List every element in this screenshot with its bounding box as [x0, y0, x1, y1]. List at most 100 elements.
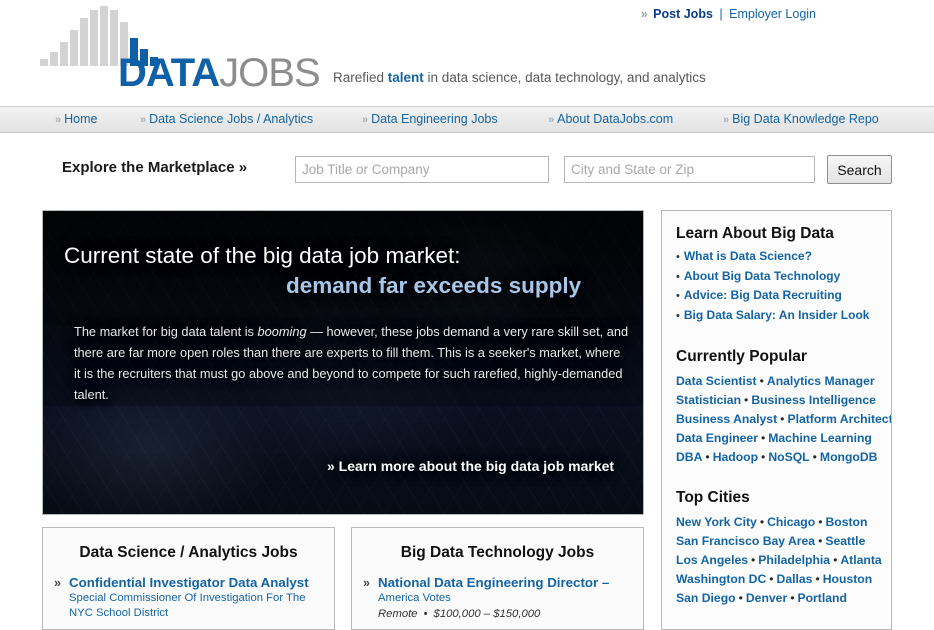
nav-item-label[interactable]: About DataJobs.com: [557, 112, 673, 126]
job-company-link[interactable]: Special Commissioner Of Investigation Fo…: [69, 591, 326, 621]
city-tag-link[interactable]: Dallas: [777, 572, 813, 586]
tag-separator: •: [738, 590, 743, 605]
popular-tag-link[interactable]: MongoDB: [820, 450, 878, 464]
nav-item-data-science-jobs-analytics[interactable]: » Data Science Jobs / Analytics: [140, 112, 313, 126]
popular-tag-link[interactable]: Analytics Manager: [767, 374, 875, 388]
chevron-right-icon: »: [548, 114, 555, 126]
city-tag-link[interactable]: Seattle: [825, 534, 865, 548]
job-company-link[interactable]: America Votes: [378, 591, 635, 606]
tag-line: Statistician • Business Intelligence: [676, 391, 891, 410]
learn-link[interactable]: Big Data Salary: An Insider Look: [684, 308, 870, 322]
job-title-link[interactable]: National Data Engineering Director –: [378, 575, 635, 591]
city-tag-link[interactable]: Atlanta: [840, 553, 881, 567]
logo-bar-4: [70, 30, 78, 66]
learn-link[interactable]: Advice: Big Data Recruiting: [684, 288, 842, 302]
job-title-link[interactable]: Confidential Investigator Data Analyst: [69, 575, 326, 591]
city-tag-link[interactable]: San Diego: [676, 591, 736, 605]
city-tag-link[interactable]: Boston: [825, 515, 867, 529]
search-button[interactable]: Search: [827, 155, 892, 184]
section-heading: Expert's Corner: [676, 616, 891, 629]
learn-list-item[interactable]: • About Big Data Technology: [676, 267, 891, 287]
tagline-highlight: talent: [387, 70, 424, 85]
learn-link[interactable]: What is Data Science?: [684, 249, 812, 263]
city-tag-link[interactable]: New York City: [676, 515, 757, 529]
city-tag-link[interactable]: Philadelphia: [758, 553, 830, 567]
popular-tag-link[interactable]: Business Analyst: [676, 412, 777, 426]
card-heading: Data Science / Analytics Jobs: [79, 544, 298, 561]
tag-separator: •: [759, 515, 765, 530]
cities-tags-list: New York City • Chicago • Boston San Francisc…: [676, 511, 891, 607]
nav-item-label[interactable]: Data Engineering Jobs: [371, 112, 497, 126]
popular-tag-link[interactable]: Hadoop: [713, 450, 758, 464]
learn-list-item[interactable]: • Big Data Salary: An Insider Look: [676, 306, 891, 326]
bullet-icon: •: [676, 251, 680, 263]
nav-list: » Home» Data Science Jobs / Analytics» Data…: [0, 107, 934, 132]
city-tag-link[interactable]: Washington DC: [676, 572, 766, 586]
city-tag-link[interactable]: Chicago: [767, 515, 815, 529]
nav-item-label[interactable]: Home: [64, 112, 97, 126]
city-tag-link[interactable]: Los Angeles: [676, 553, 748, 567]
popular-tag-link[interactable]: Data Scientist: [676, 374, 757, 388]
city-tag-link[interactable]: Denver: [746, 591, 787, 605]
hero-body-emphasis: booming: [257, 324, 307, 339]
learn-link[interactable]: About Big Data Technology: [684, 269, 840, 283]
popular-tag-link[interactable]: DBA: [676, 450, 702, 464]
search-input-job-title[interactable]: [295, 156, 549, 183]
section-heading: Top Cities: [676, 489, 750, 507]
popular-tag-link[interactable]: NoSQL: [768, 450, 809, 464]
sidebar-section-cities: Top Cities New York City • Chicago • Boston S…: [662, 475, 891, 607]
tag-separator: •: [833, 552, 838, 567]
explore-marketplace-label: Explore the Marketplace »: [62, 159, 248, 176]
sidebar-section-experts: Expert's Corner: [662, 616, 891, 629]
learn-list-item[interactable]: • Advice: Big Data Recruiting: [676, 286, 891, 306]
job-meta: Remote • $100,000 – $150,000: [378, 606, 635, 622]
logo-word-jobs: JOBS: [219, 51, 320, 95]
employer-login-link[interactable]: Employer Login: [729, 7, 816, 21]
hero-headline: Current state of the big data job market…: [64, 243, 461, 268]
bullet-icon: •: [676, 290, 680, 303]
sidebar-section-popular: Currently Popular Data Scientist • Analyti…: [662, 334, 891, 466]
job-card-big-data-technology: Big Data Technology Jobs » National Data…: [351, 527, 644, 630]
logo-bar-3: [60, 42, 68, 66]
learn-links-list: • What is Data Science? • About Big Data Te…: [676, 247, 891, 325]
tag-separator: •: [760, 430, 766, 445]
site-tagline: Rarefied talent in data science, data te…: [333, 70, 706, 85]
popular-tag-link[interactable]: Machine Learning: [768, 431, 872, 445]
popular-tag-link[interactable]: Business Intelligence: [751, 393, 876, 407]
site-logo[interactable]: DATAJOBS: [40, 6, 321, 93]
logo-bar-7: [100, 6, 108, 66]
learn-list-item[interactable]: • What is Data Science?: [676, 247, 891, 267]
tag-separator: •: [780, 411, 785, 426]
tag-separator: •: [818, 515, 823, 530]
tagline-after: in data science, data technology, and an…: [423, 70, 706, 85]
nav-item-label[interactable]: Data Science Jobs / Analytics: [149, 112, 313, 126]
post-jobs-link[interactable]: Post Jobs: [653, 7, 713, 21]
search-input-location[interactable]: [564, 156, 815, 183]
nav-item-about-datajobs-com[interactable]: » About DataJobs.com: [548, 112, 673, 126]
right-sidebar: Learn About Big Data • What is Data Scien…: [661, 210, 892, 630]
tag-line: Business Analyst • Platform Architect: [676, 410, 891, 429]
tag-separator: •: [815, 571, 820, 586]
logo-bar-1: [40, 59, 48, 66]
hero-body-text: The market for big data talent is boomin…: [74, 321, 629, 405]
hero-banner: Current state of the big data job market…: [42, 210, 644, 515]
popular-tag-link[interactable]: Statistician: [676, 393, 741, 407]
top-utility-links: » Post Jobs | Employer Login: [641, 7, 816, 21]
popular-tags-list: Data Scientist • Analytics Manager Statisti…: [676, 370, 891, 466]
popular-tag-link[interactable]: Platform Architect: [787, 412, 891, 426]
nav-item-data-engineering-jobs[interactable]: » Data Engineering Jobs: [362, 112, 498, 126]
nav-item-big-data-knowledge-repo[interactable]: » Big Data Knowledge Repo: [723, 112, 879, 126]
chevron-right-icon: »: [723, 114, 730, 126]
search-bar: Explore the Marketplace » Search: [0, 150, 934, 190]
popular-tag-link[interactable]: Data Engineer: [676, 431, 758, 445]
chevron-right-icon: »: [140, 114, 147, 126]
hero-learn-more-link[interactable]: » Learn more about the big data job mark…: [327, 458, 614, 474]
tagline-before: Rarefied: [333, 70, 388, 85]
nav-item-label[interactable]: Big Data Knowledge Repo: [732, 112, 879, 126]
city-tag-link[interactable]: San Francisco Bay Area: [676, 534, 815, 548]
city-tag-link[interactable]: Portland: [797, 591, 846, 605]
nav-item-home[interactable]: » Home: [55, 112, 97, 126]
city-tag-link[interactable]: Houston: [823, 572, 872, 586]
